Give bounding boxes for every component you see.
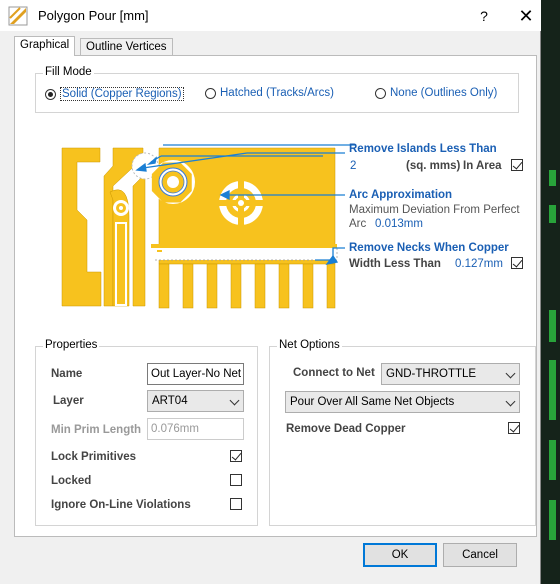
chevron-down-icon bbox=[229, 395, 240, 406]
islands-value[interactable]: 2 bbox=[350, 160, 356, 172]
chevron-down-icon bbox=[505, 396, 516, 407]
necks-label: Width Less Than bbox=[349, 258, 441, 270]
islands-in-area: In Area bbox=[463, 160, 502, 172]
name-field[interactable]: Out Layer-No Net bbox=[147, 363, 244, 385]
ignore-violations-label: Ignore On-Line Violations bbox=[51, 499, 191, 511]
connect-net-label: Connect to Net bbox=[293, 367, 375, 379]
layer-label: Layer bbox=[53, 395, 84, 407]
necks-value[interactable]: 0.127mm bbox=[455, 258, 503, 270]
ignore-violations-checkbox[interactable] bbox=[230, 498, 242, 510]
remove-dead-copper-checkbox[interactable] bbox=[508, 422, 520, 434]
connect-net-select[interactable]: GND-THROTTLE bbox=[381, 363, 520, 385]
min-prim-label: Min Prim Length bbox=[51, 424, 142, 436]
min-prim-field[interactable]: 0.076mm bbox=[147, 418, 244, 440]
close-button[interactable]: ✕ bbox=[513, 5, 539, 27]
pour-over-select[interactable]: Pour Over All Same Net Objects bbox=[285, 391, 520, 413]
tab-graphical[interactable]: Graphical bbox=[14, 36, 76, 56]
properties-group: Properties Name Out Layer-No Net Layer A… bbox=[35, 339, 258, 526]
locked-checkbox[interactable] bbox=[230, 474, 242, 486]
background-pcb-strip bbox=[541, 0, 560, 584]
arc-title: Arc Approximation bbox=[349, 189, 453, 201]
arc-desc: Maximum Deviation From Perfect bbox=[349, 204, 520, 216]
polygon-pour-dialog: Polygon Pour [mm] ? ✕ Outline Vertices F… bbox=[0, 0, 541, 584]
lock-primitives-label: Lock Primitives bbox=[51, 451, 137, 463]
pour-over-value: Pour Over All Same Net Objects bbox=[290, 396, 455, 408]
properties-title: Properties bbox=[43, 339, 100, 351]
tab-outline-vertices[interactable]: Outline Vertices bbox=[80, 38, 173, 56]
connect-net-value: GND-THROTTLE bbox=[386, 368, 477, 380]
islands-unit: (sq. mms) bbox=[406, 160, 461, 172]
net-options-group: Net Options Connect to Net GND-THROTTLE … bbox=[269, 339, 536, 526]
net-options-title: Net Options bbox=[277, 339, 342, 351]
arc-desc-2: Arc bbox=[349, 218, 367, 230]
chevron-down-icon bbox=[505, 368, 516, 379]
arc-value[interactable]: 0.013mm bbox=[375, 218, 423, 230]
tab-panel-graphical: Fill Mode Solid (Copper Regions) Hatched… bbox=[14, 55, 537, 537]
lock-primitives-checkbox[interactable] bbox=[230, 450, 242, 462]
necks-title: Remove Necks When Copper bbox=[349, 242, 509, 254]
window-title: Polygon Pour [mm] bbox=[38, 8, 149, 23]
remove-dead-copper-label: Remove Dead Copper bbox=[286, 423, 406, 435]
polygon-app-icon bbox=[8, 6, 28, 26]
islands-title: Remove Islands Less Than bbox=[349, 143, 497, 155]
necks-checkbox[interactable] bbox=[511, 257, 523, 269]
islands-checkbox[interactable] bbox=[511, 159, 523, 171]
ok-button[interactable]: OK bbox=[363, 543, 437, 567]
layer-select[interactable]: ART04 bbox=[147, 390, 244, 412]
name-label: Name bbox=[51, 368, 83, 380]
help-button[interactable]: ? bbox=[470, 5, 498, 27]
layer-select-value: ART04 bbox=[152, 395, 188, 407]
locked-label: Locked bbox=[51, 475, 92, 487]
title-bar: Polygon Pour [mm] ? ✕ bbox=[0, 0, 541, 31]
cancel-button[interactable]: Cancel bbox=[443, 543, 517, 567]
